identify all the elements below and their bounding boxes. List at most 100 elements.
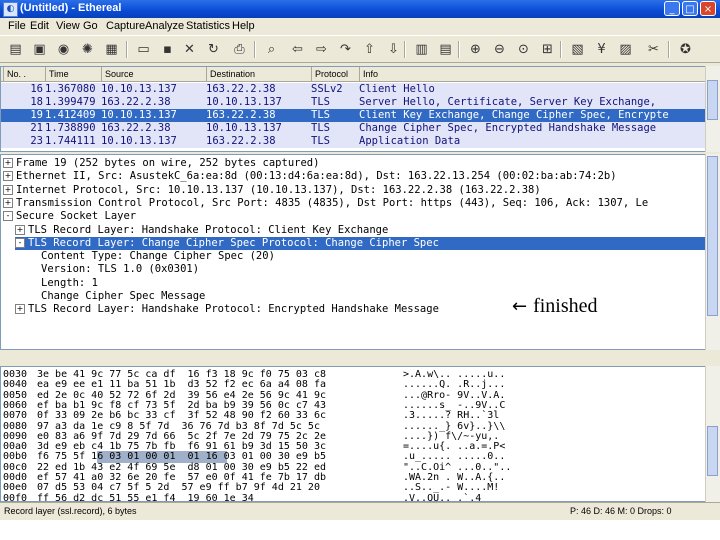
detail-tree-item[interactable]: + Internet Protocol, Src: 10.10.13.137 (1… bbox=[3, 184, 541, 197]
menu-analyze[interactable]: Analyze bbox=[145, 20, 184, 32]
hex-bytes[interactable]: ff 56 d2 dc 51 55 e1 f4 19 60 1e 34 bbox=[37, 493, 254, 501]
packet-cell-info: Change Cipher Spec, Encrypted Handshake … bbox=[359, 122, 657, 134]
display-filter-icon[interactable]: ¥ bbox=[592, 40, 611, 59]
detail-tree-item[interactable]: + TLS Record Layer: Handshake Protocol: E… bbox=[15, 303, 439, 316]
auto-scroll-icon[interactable]: ▤ bbox=[436, 40, 455, 59]
title-bar[interactable]: ◐ (Untitled) - Ethereal _ □ × bbox=[0, 0, 720, 18]
column-header-3[interactable]: Destination bbox=[206, 67, 311, 81]
help-icon[interactable]: ✪ bbox=[676, 40, 695, 59]
toolbar-separator bbox=[458, 41, 460, 58]
detail-tree-item[interactable]: + TLS Record Layer: Handshake Protocol: C… bbox=[15, 224, 388, 237]
expand-icon[interactable]: + bbox=[15, 304, 25, 315]
detail-tree-item[interactable]: Content Type: Change Cipher Spec (20) bbox=[27, 250, 275, 263]
go-to-packet-icon[interactable]: ↷ bbox=[336, 40, 355, 59]
packet-list-pane: No. . Time Source Destination Protocol Info 1… bbox=[0, 66, 706, 152]
menu-statistics[interactable]: Statistics bbox=[186, 20, 230, 32]
expand-icon[interactable]: + bbox=[3, 171, 13, 182]
detail-tree-item[interactable]: Length: 1 bbox=[27, 277, 98, 290]
detail-tree-item[interactable]: - TLS Record Layer: Change Cipher Spec Pr… bbox=[15, 236, 705, 250]
capture-filter-icon[interactable]: ▧ bbox=[568, 40, 587, 59]
detail-tree-item[interactable]: Version: TLS 1.0 (0x0301) bbox=[27, 263, 199, 276]
packet-cell-destination: 163.22.2.38 bbox=[206, 109, 276, 121]
detail-tree-item[interactable]: + Frame 19 (252 bytes on wire, 252 bytes … bbox=[3, 157, 319, 170]
menu-capture[interactable]: Capture bbox=[106, 20, 145, 32]
forward-icon[interactable]: ⇨ bbox=[312, 40, 331, 59]
start-capture-icon[interactable]: ◉ bbox=[54, 40, 73, 59]
expand-icon[interactable]: + bbox=[3, 158, 13, 168]
column-header-2[interactable]: Source bbox=[101, 67, 206, 81]
find-icon[interactable]: ⌕ bbox=[262, 40, 281, 59]
maximize-button[interactable]: □ bbox=[682, 1, 698, 16]
first-packet-icon[interactable]: ⇧ bbox=[360, 40, 379, 59]
packet-cell-destination: 10.10.13.137 bbox=[206, 96, 282, 108]
menu-file[interactable]: File bbox=[8, 20, 26, 32]
hex-ascii[interactable]: .V..QU.. .`.4 bbox=[403, 493, 481, 501]
packet-list-scroll-thumb[interactable] bbox=[707, 80, 718, 120]
packet-row[interactable]: 19 1.412409 10.10.13.137 163.22.2.38 TLS Clie… bbox=[1, 109, 705, 122]
reload-icon[interactable]: ↻ bbox=[204, 40, 223, 59]
stop-capture-icon[interactable]: ▦ bbox=[102, 40, 121, 59]
zoom-out-icon[interactable]: ⊖ bbox=[490, 40, 509, 59]
collapse-icon[interactable]: - bbox=[3, 211, 13, 222]
close-file-icon[interactable]: ✕ bbox=[180, 40, 199, 59]
packet-row[interactable]: 16 1.367080 10.10.13.137 163.22.2.38 SSLv2 Cl… bbox=[1, 83, 705, 96]
resize-columns-icon[interactable]: ⊞ bbox=[538, 40, 557, 59]
open-icon[interactable]: ▭ bbox=[134, 40, 153, 59]
column-header-5[interactable]: Info bbox=[359, 67, 705, 81]
packet-row[interactable]: 18 1.399479 163.22.2.38 10.10.13.137 TLS Serv… bbox=[1, 96, 705, 109]
detail-text: Change Cipher Spec Message bbox=[41, 290, 206, 302]
coloring-rules-icon[interactable]: ▨ bbox=[616, 40, 635, 59]
close-button[interactable]: × bbox=[700, 1, 716, 16]
interface-list-icon[interactable]: ▤ bbox=[6, 40, 25, 59]
annotation-text: finished bbox=[533, 295, 598, 317]
print-icon[interactable]: ⎙ bbox=[230, 40, 249, 59]
packet-list-header: No. . Time Source Destination Protocol Info bbox=[1, 67, 705, 82]
back-icon[interactable]: ⇦ bbox=[288, 40, 307, 59]
detail-text: Frame 19 (252 bytes on wire, 252 bytes c… bbox=[16, 157, 320, 169]
collapse-icon[interactable]: - bbox=[15, 237, 25, 248]
packet-cell-protocol: TLS bbox=[311, 109, 330, 121]
packet-row[interactable]: 21 1.738890 163.22.2.38 10.10.13.137 TLS Chan… bbox=[1, 122, 705, 135]
menu-go[interactable]: Go bbox=[83, 20, 98, 32]
finished-annotation: ← finished bbox=[512, 295, 598, 318]
packet-cell-no: 16 bbox=[30, 83, 43, 95]
packet-bytes-pane: 0030 3e be 41 9c 77 5c ca df 16 f3 18 9c … bbox=[0, 366, 706, 502]
packet-details-scrollbar[interactable] bbox=[705, 154, 720, 350]
zoom-normal-icon[interactable]: ⊙ bbox=[514, 40, 533, 59]
packet-cell-no: 19 bbox=[30, 109, 43, 121]
packet-cell-source: 10.10.13.137 bbox=[101, 135, 177, 147]
capture-options-icon[interactable]: ▣ bbox=[30, 40, 49, 59]
expand-icon[interactable]: + bbox=[3, 184, 13, 195]
packet-cell-protocol: TLS bbox=[311, 122, 330, 134]
expand-icon[interactable]: + bbox=[15, 224, 25, 235]
detail-tree-item[interactable]: + Ethernet II, Src: AsustekC_6a:ea:8d (00… bbox=[3, 170, 617, 183]
detail-text: Secure Socket Layer bbox=[16, 210, 137, 223]
packet-bytes-scrollbar[interactable] bbox=[705, 366, 720, 502]
packet-row[interactable]: 23 1.744111 10.10.13.137 163.22.2.38 TLS Appl… bbox=[1, 135, 705, 148]
restart-capture-icon[interactable]: ✺ bbox=[78, 40, 97, 59]
menu-edit[interactable]: Edit bbox=[30, 20, 49, 32]
packet-cell-destination: 163.22.2.38 bbox=[206, 83, 276, 95]
toolbar-separator bbox=[404, 41, 406, 58]
preferences-icon[interactable]: ✂ bbox=[644, 40, 663, 59]
packet-list-scrollbar[interactable] bbox=[705, 66, 720, 152]
save-icon[interactable]: ▪ bbox=[158, 40, 177, 59]
detail-tree-item[interactable]: - Secure Socket Layer bbox=[3, 210, 136, 223]
colorize-icon[interactable]: ▥ bbox=[412, 40, 431, 59]
packet-cell-source: 10.10.13.137 bbox=[101, 109, 177, 121]
detail-tree-item[interactable]: Change Cipher Spec Message bbox=[27, 290, 205, 303]
status-packet-counts: P: 46 D: 46 M: 0 Drops: 0 bbox=[570, 506, 672, 516]
column-header-4[interactable]: Protocol bbox=[311, 67, 359, 81]
menu-help[interactable]: Help bbox=[232, 20, 255, 32]
detail-tree-item[interactable]: + Transmission Control Protocol, Src Port… bbox=[3, 197, 648, 210]
column-header-0[interactable]: No. . bbox=[3, 67, 45, 81]
minimize-button[interactable]: _ bbox=[664, 1, 680, 16]
last-packet-icon[interactable]: ⇩ bbox=[384, 40, 403, 59]
expand-icon[interactable]: + bbox=[3, 197, 13, 208]
packet-details-scroll-thumb[interactable] bbox=[707, 156, 718, 316]
zoom-in-icon[interactable]: ⊕ bbox=[466, 40, 485, 59]
packet-cell-source: 10.10.13.137 bbox=[101, 83, 177, 95]
menu-view[interactable]: View bbox=[56, 20, 80, 32]
column-header-1[interactable]: Time bbox=[45, 67, 101, 81]
packet-bytes-scroll-thumb[interactable] bbox=[707, 426, 718, 476]
